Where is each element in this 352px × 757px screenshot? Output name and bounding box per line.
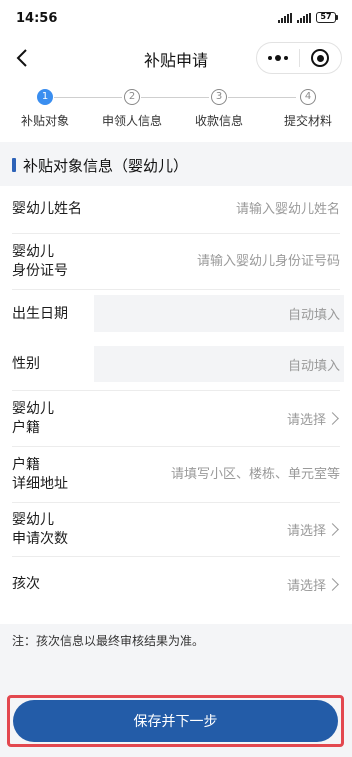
battery-level: 57 xyxy=(316,12,336,23)
infant-name-input[interactable] xyxy=(150,202,340,217)
chevron-right-icon xyxy=(326,577,339,591)
field-label: 出生日期 xyxy=(12,305,68,322)
infant-id-input[interactable] xyxy=(140,254,340,269)
field-label: 婴幼儿 申请次数 xyxy=(12,511,68,547)
close-target-icon xyxy=(311,49,330,67)
order-select[interactable]: 请选择 xyxy=(287,557,340,611)
section-marker xyxy=(12,158,16,172)
form-row-address: 户籍 详细地址 xyxy=(12,447,340,503)
signal-icon xyxy=(278,12,292,23)
step-label: 收款信息 xyxy=(194,114,243,128)
mini-program-capsule xyxy=(256,42,342,74)
form-row-times[interactable]: 婴幼儿 申请次数 请选择 xyxy=(12,503,340,557)
battery-icon: 57 xyxy=(316,12,338,23)
field-label: 婴幼儿 户籍 xyxy=(12,400,54,436)
chevron-right-icon xyxy=(326,523,339,536)
note-text: 注：孩次信息以最终审核结果为准。 xyxy=(12,634,205,648)
form-row-birth: 出生日期 自动填入 xyxy=(12,290,344,338)
signal-icon-2 xyxy=(297,12,311,23)
step-3: 3 收款信息 xyxy=(175,80,263,129)
step-number: 3 xyxy=(211,89,227,105)
field-label: 婴幼儿 身份证号 xyxy=(12,243,68,279)
times-select[interactable]: 请选择 xyxy=(287,503,340,556)
nav-bar: 补贴申请 xyxy=(0,36,352,80)
field-label: 婴幼儿姓名 xyxy=(12,201,82,217)
form-row-household[interactable]: 婴幼儿 户籍 请选择 xyxy=(12,391,340,447)
step-indicator: 1 补贴对象 2 申领人信息 3 收款信息 4 提交材料 xyxy=(0,80,352,140)
form-row-order[interactable]: 孩次 请选择 xyxy=(12,557,340,611)
form-row-gender: 性别 自动填入 xyxy=(12,338,344,391)
more-dots-icon xyxy=(267,56,272,60)
form-row-id: 婴幼儿 身份证号 xyxy=(12,234,340,290)
status-icons: 57 xyxy=(278,12,338,23)
field-label: 性别 xyxy=(12,355,40,372)
household-select[interactable]: 请选择 xyxy=(287,391,340,446)
chevron-right-icon xyxy=(326,412,339,425)
close-button[interactable] xyxy=(300,49,342,67)
step-2: 2 申领人信息 xyxy=(88,80,176,129)
step-1: 1 补贴对象 xyxy=(1,80,89,129)
more-button[interactable] xyxy=(257,55,299,61)
field-label: 孩次 xyxy=(12,575,40,592)
status-bar: 14:56 57 xyxy=(0,0,352,36)
field-label: 户籍 详细地址 xyxy=(12,456,68,492)
form-row-name: 婴幼儿姓名 xyxy=(12,186,340,234)
step-number: 4 xyxy=(300,89,316,105)
step-number: 1 xyxy=(37,89,53,105)
status-time: 14:56 xyxy=(16,11,58,26)
step-label: 提交材料 xyxy=(283,114,332,128)
section-title: 补贴对象信息（婴幼儿） xyxy=(23,157,189,175)
subsidy-form: 婴幼儿姓名 婴幼儿身份证号 出生日期 自动填入 性别 自动填入 婴幼儿户籍 请选… xyxy=(0,186,352,611)
step-4: 4 提交材料 xyxy=(264,80,352,129)
gender-field: 自动填入 xyxy=(94,346,344,382)
save-next-button[interactable]: 保存并下一步 xyxy=(13,700,338,742)
section-header: 补贴对象信息（婴幼儿） xyxy=(0,142,352,186)
birth-date-field: 自动填入 xyxy=(94,295,344,332)
step-label: 申领人信息 xyxy=(101,114,162,128)
step-number: 2 xyxy=(124,89,140,105)
step-label: 补贴对象 xyxy=(20,114,69,128)
address-input[interactable] xyxy=(130,467,340,482)
